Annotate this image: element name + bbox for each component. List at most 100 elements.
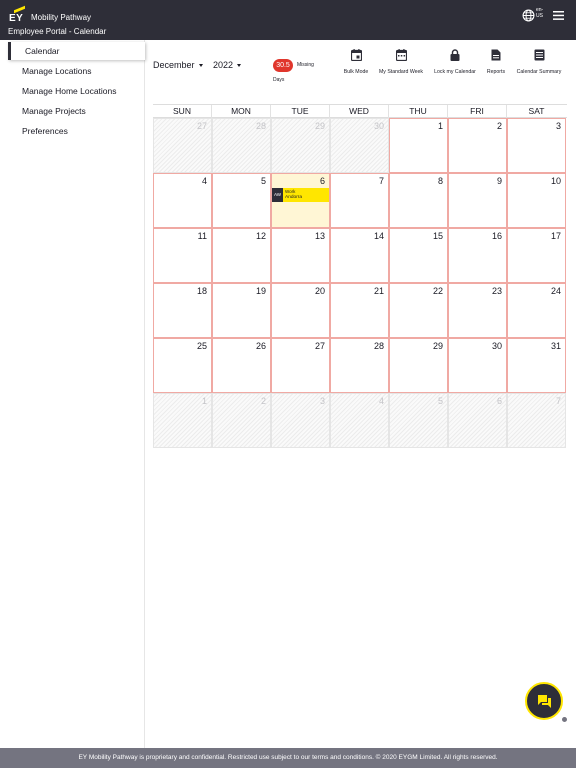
lock-icon — [450, 49, 460, 61]
day-cell[interactable]: 12 — [212, 228, 271, 283]
month-select[interactable]: December — [153, 60, 203, 70]
day-number: 25 — [196, 341, 207, 351]
month-value: December — [153, 60, 195, 70]
calendar-summary-label: Calendar Summary — [516, 69, 562, 75]
weekday-header: SUN MON TUE WED THU FRI SAT — [153, 104, 567, 118]
missing-days-badge[interactable]: 30.5 — [273, 59, 293, 72]
day-number: 8 — [437, 176, 443, 186]
day-number: 3 — [555, 121, 561, 131]
day-cell[interactable]: 11 — [153, 228, 212, 283]
day-cell[interactable]: 31 — [507, 338, 566, 393]
event-code-badge: AW — [272, 188, 283, 202]
day-cell[interactable]: 19 — [212, 283, 271, 338]
work-event[interactable]: AW Work Andorra — [272, 188, 329, 202]
day-cell: 5 — [389, 393, 448, 448]
day-cell[interactable]: 2 — [448, 118, 507, 173]
hamburger-icon — [553, 11, 564, 20]
day-cell[interactable]: 20 — [271, 283, 330, 338]
day-cell[interactable]: 26 — [212, 338, 271, 393]
day-cell[interactable]: 16 — [448, 228, 507, 283]
day-number: 15 — [432, 231, 443, 241]
day-cell: 30 — [330, 118, 389, 173]
day-cell: 2 — [212, 393, 271, 448]
document-icon — [491, 49, 501, 61]
missing-label: Missing — [297, 62, 314, 68]
day-cell[interactable]: 1 — [389, 118, 448, 173]
calendar-event-icon — [350, 49, 362, 61]
day-number: 2 — [496, 121, 502, 131]
day-number: 13 — [314, 231, 325, 241]
day-cell[interactable]: 10 — [507, 173, 566, 228]
day-number: 4 — [201, 176, 207, 186]
day-cell[interactable]: 21 — [330, 283, 389, 338]
day-number: 30 — [491, 341, 502, 351]
day-cell[interactable]: 5 — [212, 173, 271, 228]
sidebar-item-calendar[interactable]: Calendar — [8, 42, 145, 60]
app-title: Mobility Pathway — [31, 13, 92, 22]
day-number: 9 — [496, 176, 502, 186]
sidebar-item-manage-locations[interactable]: Manage Locations — [0, 62, 145, 80]
day-cell[interactable]: 14 — [330, 228, 389, 283]
day-cell: 1 — [153, 393, 212, 448]
day-number: 5 — [260, 176, 266, 186]
calendar-week-icon — [395, 49, 407, 61]
day-cell[interactable]: 30 — [448, 338, 507, 393]
day-cell[interactable]: 15 — [389, 228, 448, 283]
day-cell[interactable]: 4 — [153, 173, 212, 228]
day-number: 27 — [314, 341, 325, 351]
caret-down-icon — [198, 64, 203, 68]
day-number: 26 — [255, 341, 266, 351]
day-cell[interactable]: 28 — [330, 338, 389, 393]
year-select[interactable]: 2022 — [213, 60, 242, 70]
day-cell[interactable]: 25 — [153, 338, 212, 393]
day-number: 22 — [432, 286, 443, 296]
day-cell[interactable]: 27 — [271, 338, 330, 393]
sidebar: Calendar Manage Locations Manage Home Lo… — [0, 40, 145, 748]
calendar-summary-button[interactable]: Calendar Summary — [513, 49, 565, 75]
day-cell[interactable]: 9 — [448, 173, 507, 228]
sidebar-item-preferences[interactable]: Preferences — [0, 122, 145, 140]
day-cell: 28 — [212, 118, 271, 173]
year-value: 2022 — [213, 60, 234, 70]
language-button[interactable]: en-US — [522, 7, 550, 25]
day-cell: 4 — [330, 393, 389, 448]
day-number: 27 — [196, 121, 207, 131]
day-cell[interactable]: 17 — [507, 228, 566, 283]
day-number: 28 — [373, 341, 384, 351]
bulk-mode-button[interactable]: Bulk Mode — [340, 49, 372, 75]
lock-calendar-button[interactable]: Lock my Calendar — [431, 49, 479, 75]
reports-button[interactable]: Reports — [484, 49, 508, 75]
day-cell[interactable]: 18 — [153, 283, 212, 338]
day-number: 6 — [319, 176, 325, 186]
day-cell[interactable]: 6 AW Work Andorra — [271, 173, 330, 228]
day-cell[interactable]: 3 — [507, 118, 566, 173]
day-cell[interactable]: 7 — [330, 173, 389, 228]
day-cell[interactable]: 29 — [389, 338, 448, 393]
day-cell[interactable]: 24 — [507, 283, 566, 338]
day-cell[interactable]: 8 — [389, 173, 448, 228]
day-cell: 6 — [448, 393, 507, 448]
standard-week-button[interactable]: My Standard Week — [375, 49, 427, 75]
weekday-label: WED — [330, 105, 389, 118]
day-cell[interactable]: 13 — [271, 228, 330, 283]
app-header: EY Mobility Pathway Employee Portal - Ca… — [0, 0, 576, 40]
footer-legal-text: EY Mobility Pathway is proprietary and c… — [0, 748, 576, 768]
chat-button[interactable] — [525, 682, 563, 720]
day-number: 4 — [378, 396, 384, 406]
hamburger-menu-button[interactable] — [552, 9, 566, 23]
reports-label: Reports — [486, 69, 506, 75]
sidebar-item-manage-home-locations[interactable]: Manage Home Locations — [0, 82, 145, 100]
weekday-label: SAT — [528, 106, 545, 116]
sidebar-item-manage-projects[interactable]: Manage Projects — [0, 102, 145, 120]
weekday-label: FRI — [448, 105, 507, 118]
bulk-mode-label: Bulk Mode — [343, 69, 369, 75]
day-number: 19 — [255, 286, 266, 296]
day-cell[interactable]: 22 — [389, 283, 448, 338]
day-cell[interactable]: 23 — [448, 283, 507, 338]
day-number: 10 — [550, 176, 561, 186]
logo-text: EY — [9, 13, 24, 24]
list-icon — [534, 49, 544, 61]
day-number: 30 — [373, 121, 384, 131]
day-cell: 7 — [507, 393, 566, 448]
weekday-label: THU — [389, 105, 448, 118]
